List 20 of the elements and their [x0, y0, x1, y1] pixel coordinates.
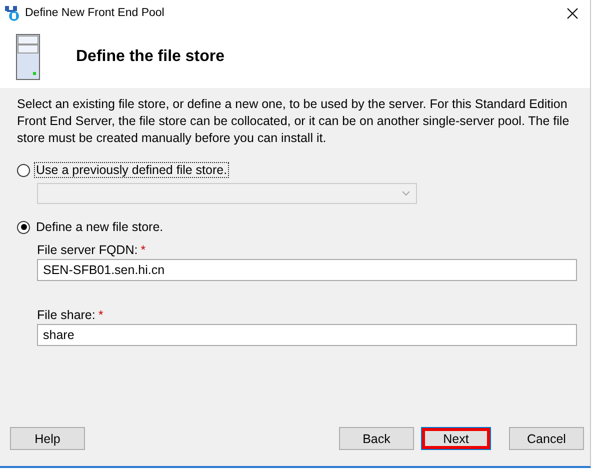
required-mark: * [140, 242, 146, 256]
radio-button[interactable] [17, 220, 30, 234]
description-text: Select an existing file store, or define a new one, to be used by the server. For this Standard Edition Front End Server, the file store can be collocated, or it can be on another single-server pool. The file store must be created manually before you can install it. [17, 96, 570, 147]
option-label[interactable]: Define a new file store. [34, 219, 166, 235]
page-title: Define the file store [76, 48, 224, 66]
help-button[interactable]: Help [10, 427, 85, 450]
input-field[interactable]: SEN-SFB01.sen.hi.cn [37, 259, 577, 281]
next-button[interactable]: Next [421, 427, 491, 450]
back-button[interactable]: Back [339, 427, 414, 450]
chevron-icon [402, 191, 410, 196]
window-title: Define New Front End Pool [25, 7, 164, 19]
server-icon [16, 34, 40, 80]
field-label: File server FQDN: [37, 242, 138, 256]
cancel-button[interactable]: Cancel [509, 427, 584, 450]
radio-button[interactable] [17, 164, 30, 176]
input-field[interactable]: share [37, 324, 577, 346]
option-label[interactable]: Use a previously defined file store. [34, 162, 230, 178]
field-label: File share: [37, 308, 96, 322]
app-icon [4, 5, 20, 21]
required-mark: * [98, 308, 104, 322]
